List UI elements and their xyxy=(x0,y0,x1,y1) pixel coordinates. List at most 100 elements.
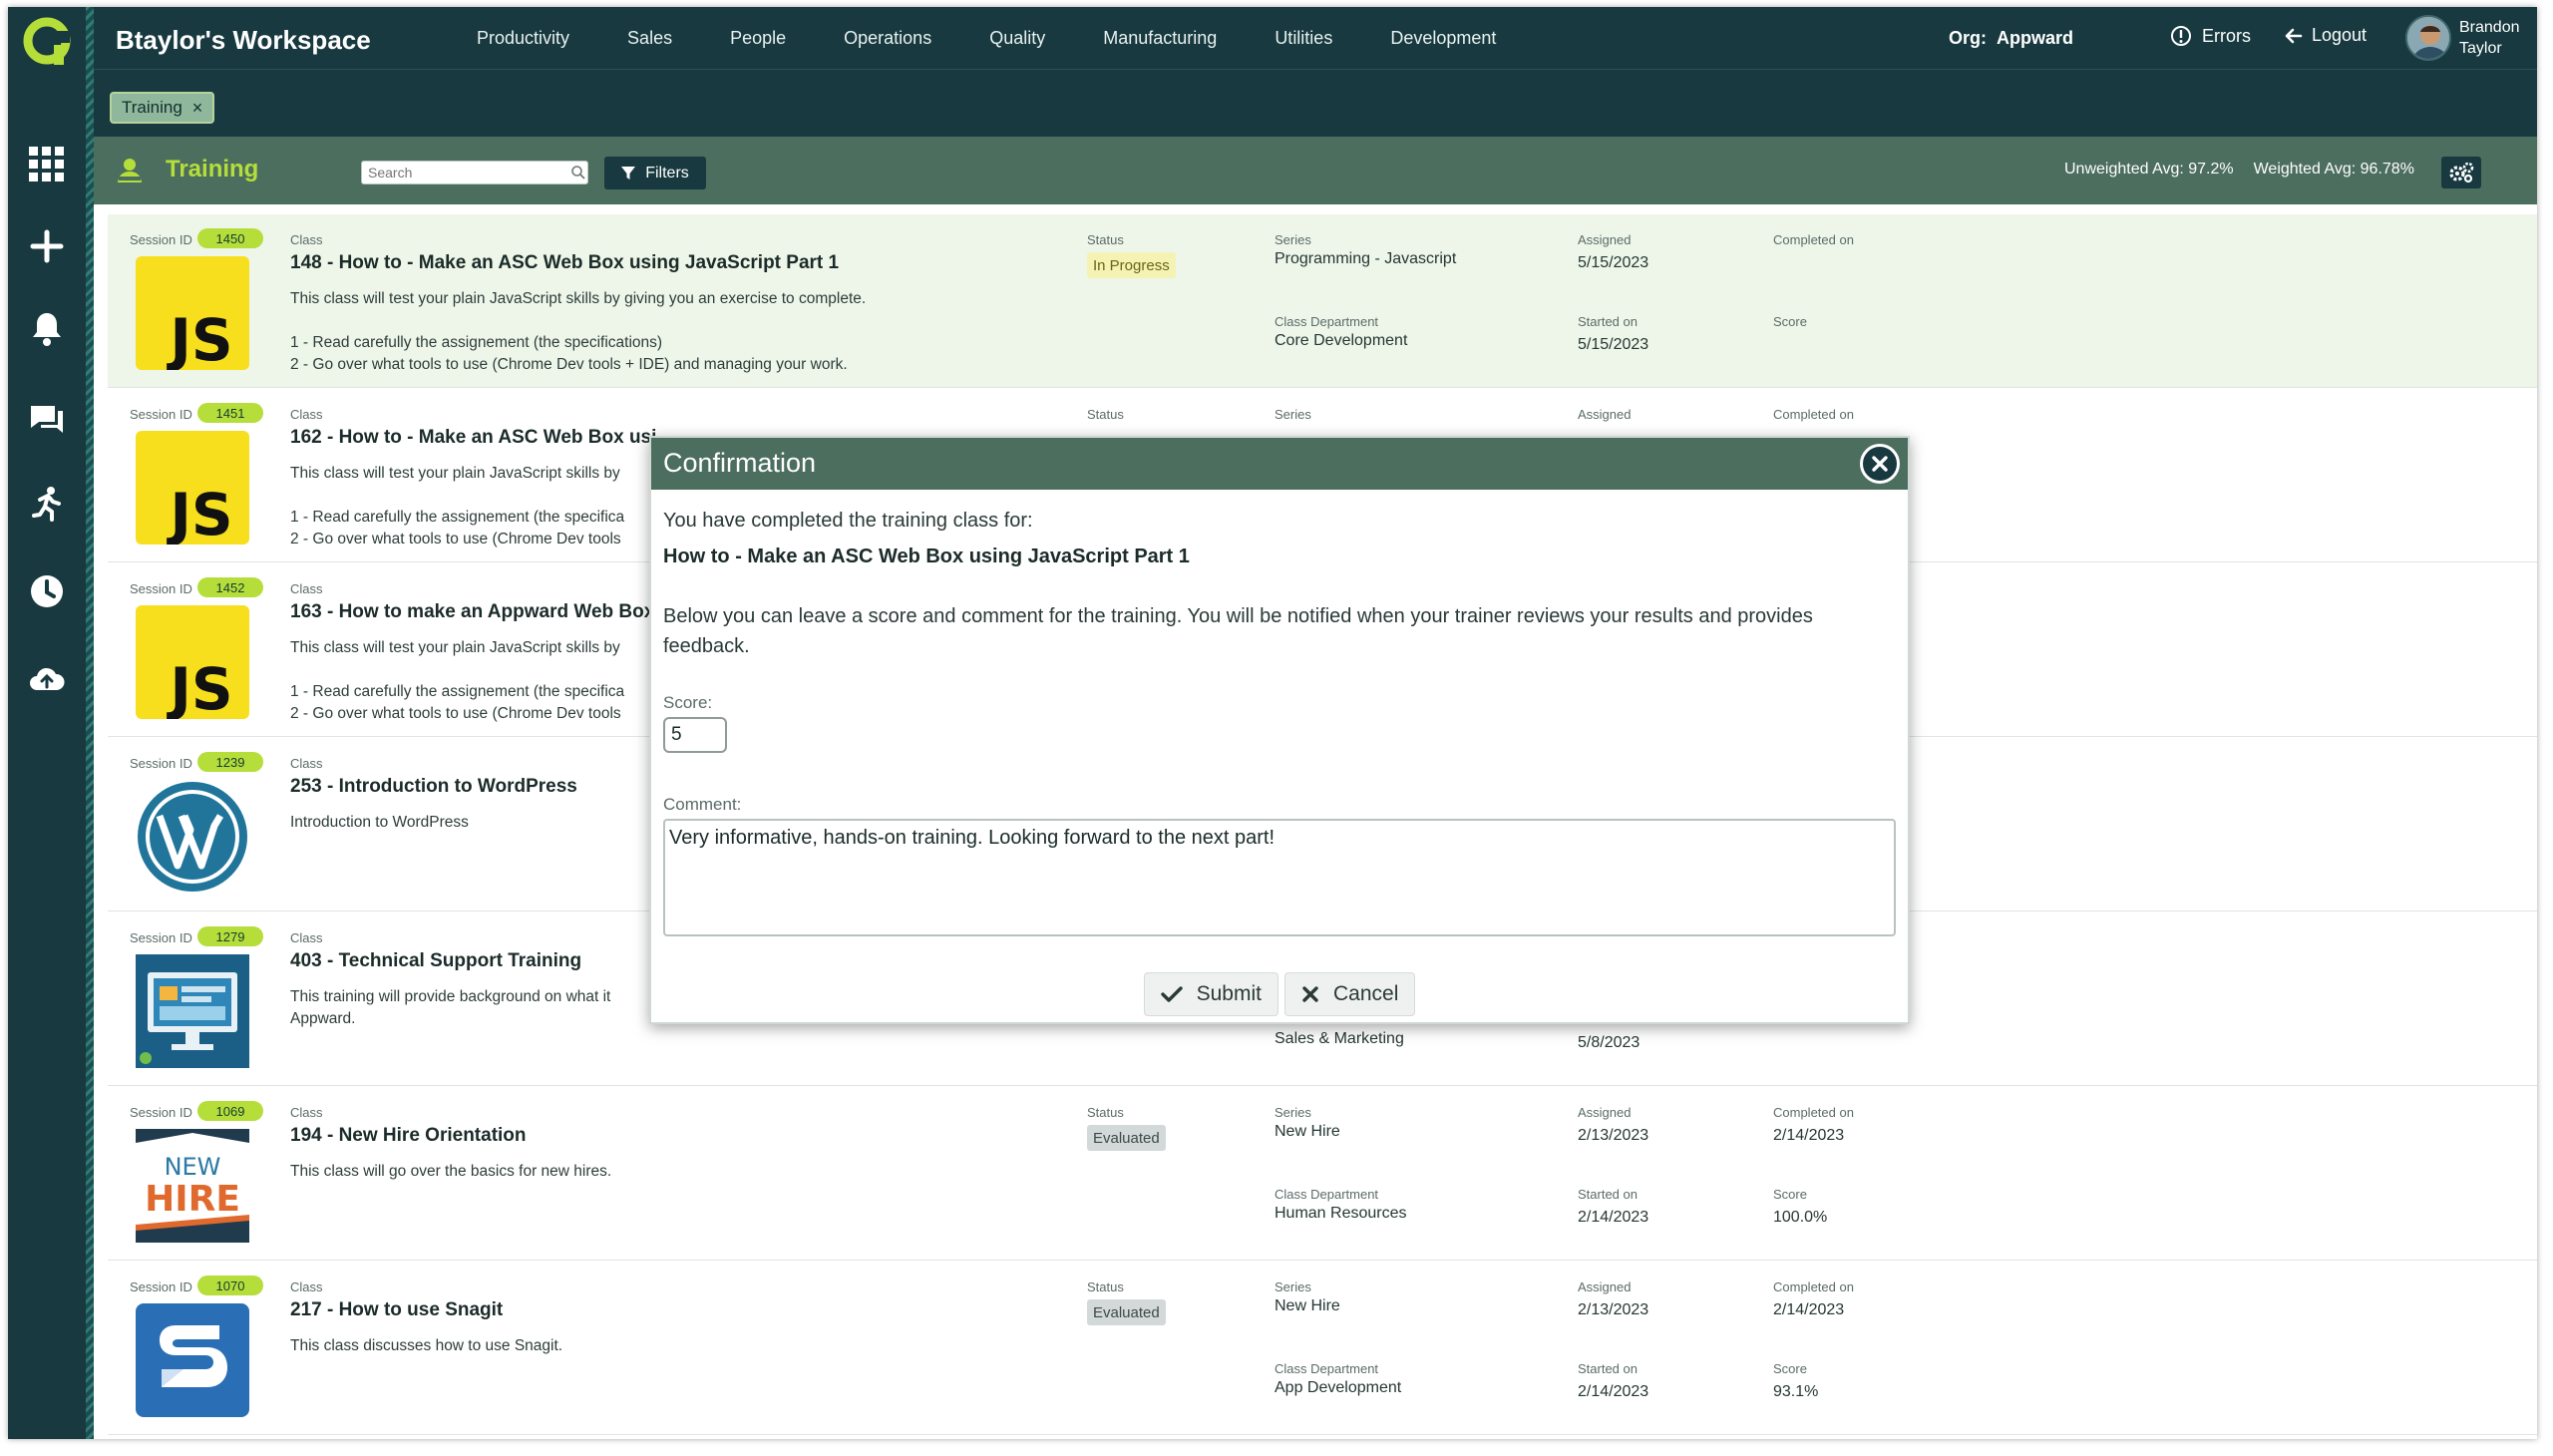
javascript-logo-icon: JS xyxy=(136,605,249,719)
nav-development[interactable]: Development xyxy=(1390,28,1496,49)
session-id-badge: 1069 xyxy=(197,1101,263,1121)
wordpress-logo-icon xyxy=(138,782,247,892)
class-label: Class xyxy=(290,756,323,771)
class-title[interactable]: 253 - Introduction to WordPress xyxy=(290,776,577,798)
class-title[interactable]: 403 - Technical Support Training xyxy=(290,950,581,972)
close-icon xyxy=(1872,456,1888,472)
session-id-badge: 1450 xyxy=(197,228,263,248)
confirmation-dialog: Confirmation You have completed the trai… xyxy=(649,436,1910,1024)
status-label: Status xyxy=(1087,1279,1124,1294)
logout-button[interactable]: Logout xyxy=(2284,25,2367,46)
class-department-label: Class Department xyxy=(1275,1187,1379,1202)
status-label: Status xyxy=(1087,232,1124,247)
status-badge: In Progress xyxy=(1087,252,1176,278)
weighted-average: Weighted Avg: 96.78% xyxy=(2253,161,2414,178)
cancel-label: Cancel xyxy=(1332,982,1399,1005)
class-department-value: App Development xyxy=(1275,1379,1402,1396)
training-icon xyxy=(118,159,142,182)
cancel-button[interactable]: Cancel xyxy=(1283,972,1416,1016)
checkmark-icon xyxy=(1160,986,1183,1002)
started-on-value: 2/14/2023 xyxy=(1578,1383,1649,1400)
breadcrumb-chip-training[interactable]: Training × xyxy=(110,92,215,124)
breadcrumb: Training × xyxy=(94,69,2537,137)
nav-sales[interactable]: Sales xyxy=(627,28,672,49)
series-label: Series xyxy=(1275,232,1311,247)
dialog-close-button[interactable] xyxy=(1860,444,1900,484)
class-label: Class xyxy=(290,1105,323,1120)
errors-label: Errors xyxy=(2202,25,2251,46)
cloud-upload-icon[interactable] xyxy=(27,659,67,699)
session-id-label: Session ID xyxy=(130,1105,192,1120)
nav-utilities[interactable]: Utilities xyxy=(1275,28,1332,49)
session-id-badge: 1070 xyxy=(197,1275,263,1295)
table-row[interactable]: Session ID 1069 NEW HIRE Class 194 - New … xyxy=(108,1087,2537,1261)
class-department-value: Core Development xyxy=(1275,332,1408,349)
js-text: JS xyxy=(166,655,232,719)
monitor-dashboard-icon xyxy=(136,954,249,1068)
user-first-name: Brandon xyxy=(2459,19,2520,36)
score-field-label: Score: xyxy=(663,693,713,712)
arrow-left-icon xyxy=(2285,28,2303,43)
table-row[interactable]: Session ID 1450 JS Class 148 - How to - … xyxy=(108,214,2537,388)
org-value: Appward xyxy=(1997,28,2074,48)
completed-on-value: 2/14/2023 xyxy=(1773,1301,1845,1318)
class-label: Class xyxy=(290,930,323,945)
score-label: Score xyxy=(1773,1361,1807,1376)
table-row[interactable]: Session ID 1070 Class 217 - How to use S… xyxy=(108,1262,2537,1435)
dialog-header: Confirmation xyxy=(651,438,1908,490)
bell-icon[interactable] xyxy=(27,308,67,348)
session-id-label: Session ID xyxy=(130,930,192,945)
score-input[interactable] xyxy=(663,717,727,753)
class-label: Class xyxy=(290,1279,323,1294)
close-icon[interactable]: × xyxy=(192,98,203,119)
class-title[interactable]: 194 - New Hire Orientation xyxy=(290,1125,527,1147)
new-text: NEW xyxy=(165,1153,221,1181)
javascript-logo-icon: JS xyxy=(136,256,249,370)
snagit-logo-icon xyxy=(136,1303,249,1417)
nav-quality[interactable]: Quality xyxy=(989,28,1045,49)
score-value: 100.0% xyxy=(1773,1209,1828,1226)
session-id-badge: 1239 xyxy=(197,752,263,772)
apps-grid-icon[interactable] xyxy=(27,145,67,184)
class-description: This class will test your plain JavaScri… xyxy=(290,290,867,373)
class-title[interactable]: 162 - How to - Make an ASC Web Box usi xyxy=(290,427,656,449)
settings-button[interactable] xyxy=(2441,157,2481,188)
class-department-value: Human Resources xyxy=(1275,1205,1407,1222)
js-text: JS xyxy=(166,306,232,370)
score-label: Score xyxy=(1773,1187,1807,1202)
org-indicator: Org: Appward xyxy=(1949,28,2073,49)
filters-button[interactable]: Filters xyxy=(604,157,706,189)
nav-operations[interactable]: Operations xyxy=(844,28,931,49)
user-name[interactable]: Brandon Taylor xyxy=(2459,17,2520,59)
class-title[interactable]: 217 - How to use Snagit xyxy=(290,1299,503,1321)
errors-button[interactable]: Errors xyxy=(2170,25,2251,47)
nav-productivity[interactable]: Productivity xyxy=(477,28,569,49)
score-label: Score xyxy=(1773,314,1807,329)
started-on-label: Started on xyxy=(1578,314,1638,329)
alert-circle-icon xyxy=(2171,26,2191,46)
series-value: New Hire xyxy=(1275,1123,1340,1140)
avatar[interactable] xyxy=(2405,15,2451,61)
running-person-icon[interactable] xyxy=(27,484,67,524)
workspace-title: Btaylor's Workspace xyxy=(116,25,371,55)
add-icon[interactable] xyxy=(27,226,67,266)
filters-label: Filters xyxy=(645,164,689,182)
js-text: JS xyxy=(166,481,232,545)
search-input[interactable] xyxy=(361,161,588,184)
clock-icon[interactable] xyxy=(27,571,67,611)
comment-textarea[interactable]: Very informative, hands-on training. Loo… xyxy=(663,819,1896,936)
nav-manufacturing[interactable]: Manufacturing xyxy=(1103,28,1217,49)
assigned-label: Assigned xyxy=(1578,1279,1632,1294)
class-title[interactable]: 148 - How to - Make an ASC Web Box using… xyxy=(290,252,839,274)
appward-logo-icon[interactable] xyxy=(22,15,72,69)
series-value: Programming - Javascript xyxy=(1275,250,1457,267)
rail-divider xyxy=(86,7,94,1439)
chat-icon[interactable] xyxy=(27,400,67,440)
search-icon[interactable] xyxy=(570,165,586,181)
nav-people[interactable]: People xyxy=(730,28,786,49)
session-id-label: Session ID xyxy=(130,756,192,771)
assigned-value: 2/13/2023 xyxy=(1578,1127,1649,1144)
submit-button[interactable]: Submit xyxy=(1143,972,1278,1016)
series-label: Series xyxy=(1275,407,1311,422)
class-title[interactable]: 163 - How to make an Appward Web Box xyxy=(290,601,654,623)
